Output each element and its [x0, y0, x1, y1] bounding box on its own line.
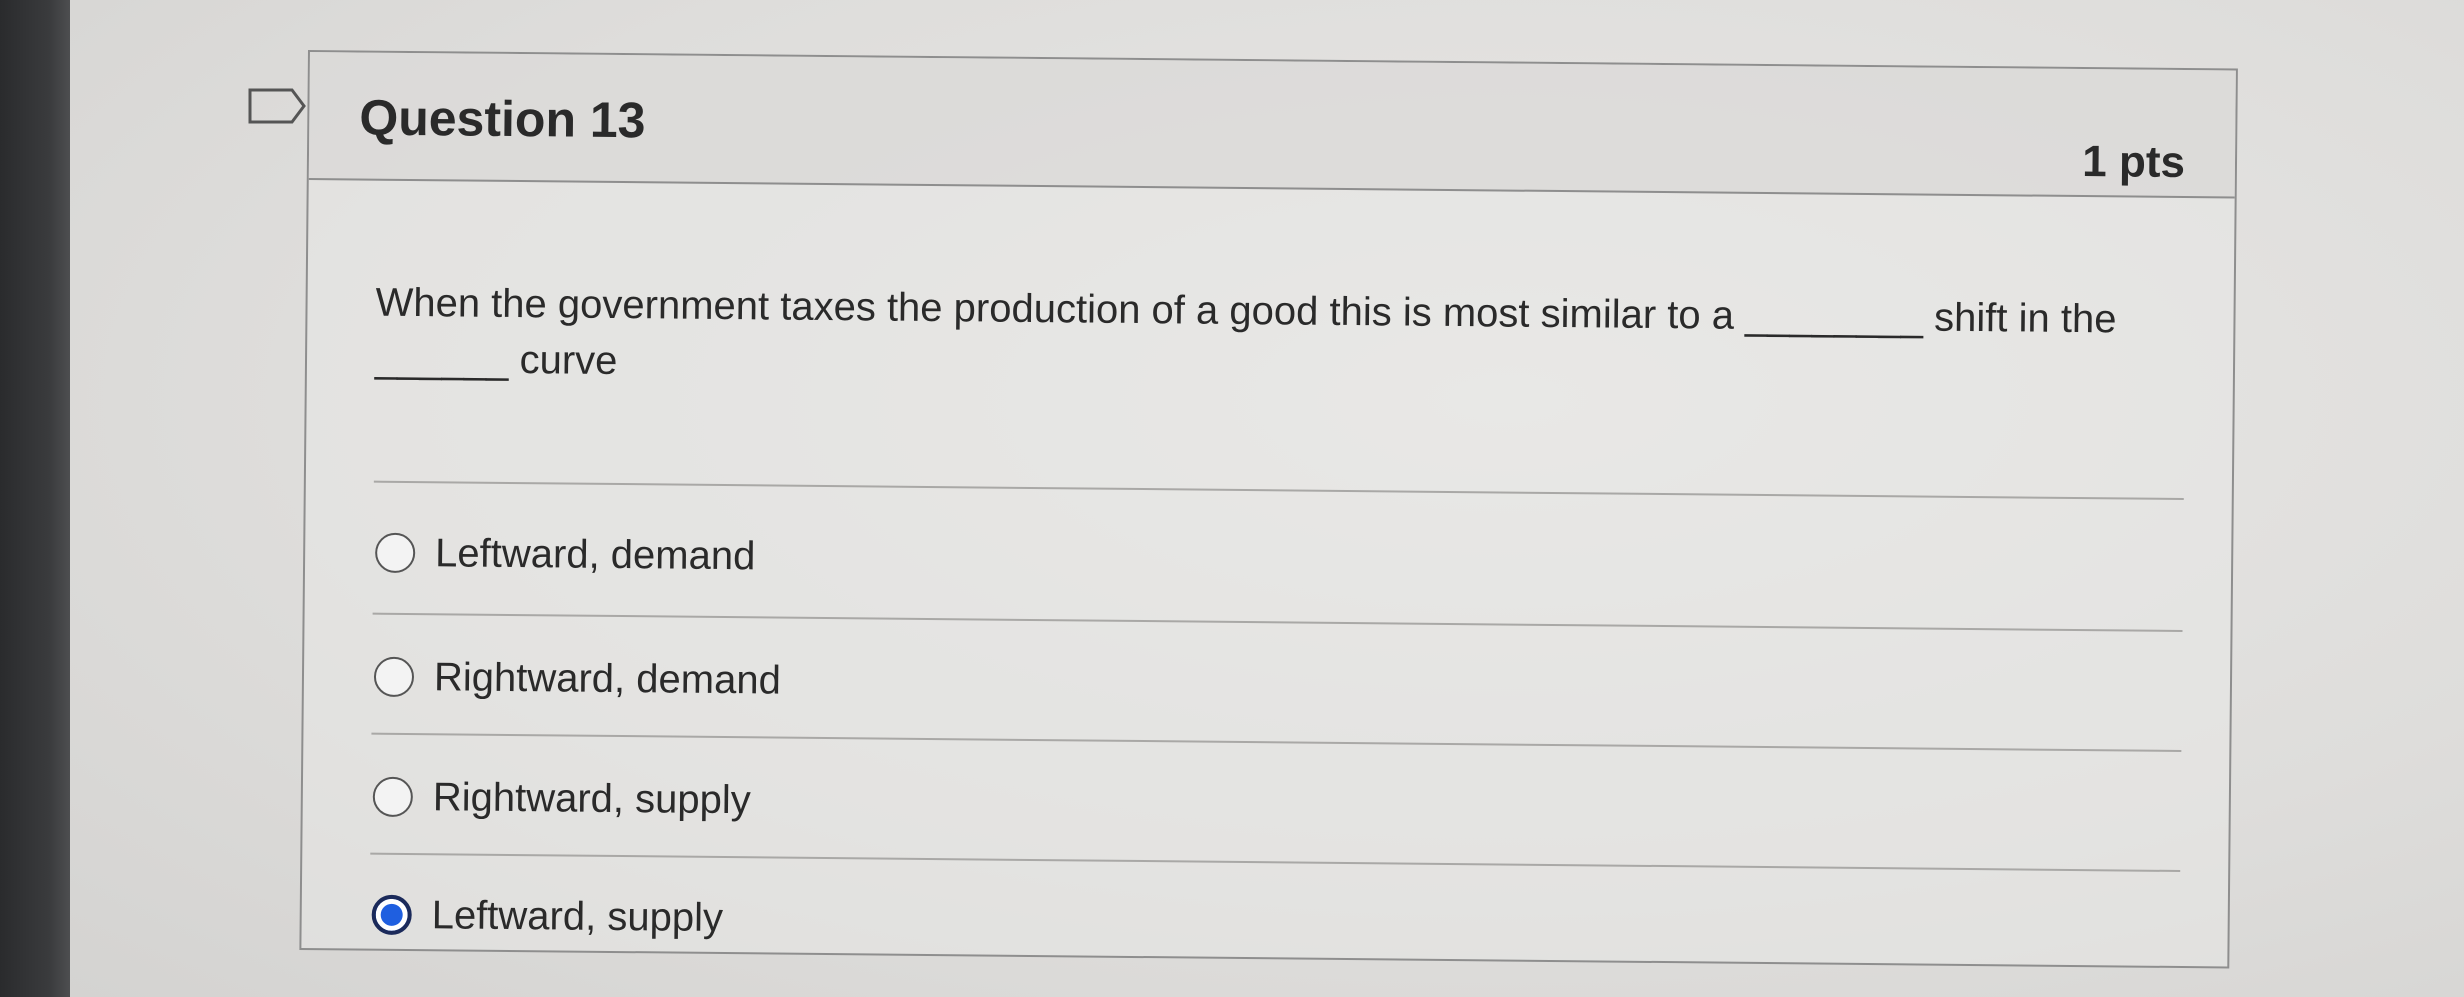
answer-label: Leftward, demand [434, 530, 756, 578]
answer-label: Rightward, supply [432, 774, 751, 822]
answer-option-3[interactable]: Rightward, supply [372, 767, 751, 831]
question-text: When the government taxes the production… [374, 280, 2117, 383]
radio-button-selected[interactable] [371, 894, 412, 936]
screen-bezel [0, 0, 70, 997]
answer-label: Rightward, demand [433, 654, 782, 703]
radio-button[interactable] [374, 532, 416, 574]
answer-divider [371, 732, 2182, 753]
radio-button[interactable] [373, 656, 415, 698]
question-title: Question 13 [359, 89, 646, 149]
answer-divider [372, 612, 2183, 633]
answer-option-4[interactable]: Leftward, supply [371, 885, 723, 948]
question-card: Question 13 1 pts When the government ta… [299, 50, 2238, 969]
answer-divider [373, 480, 2184, 501]
answer-label: Leftward, supply [431, 892, 724, 940]
answer-option-2[interactable]: Rightward, demand [373, 647, 782, 711]
answer-divider [370, 852, 2181, 873]
question-points: 1 pts [2082, 137, 2186, 188]
answer-option-1[interactable]: Leftward, demand [374, 523, 756, 587]
bookmark-flag-icon[interactable] [248, 86, 308, 126]
question-header: Question 13 1 pts [308, 52, 2236, 199]
radio-button[interactable] [372, 776, 414, 818]
